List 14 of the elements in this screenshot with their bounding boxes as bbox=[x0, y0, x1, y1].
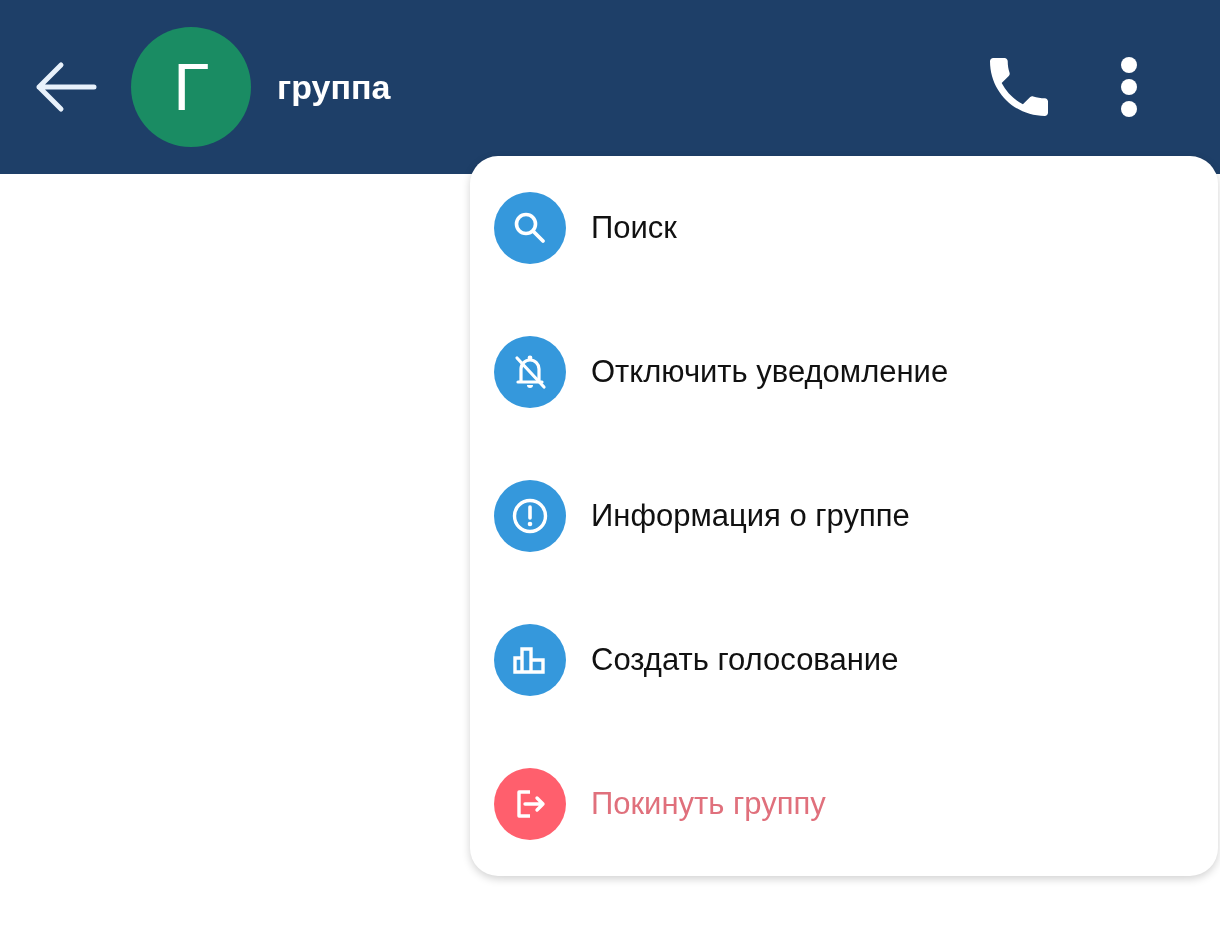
avatar: Г bbox=[131, 27, 251, 147]
phone-icon[interactable] bbox=[990, 58, 1048, 116]
more-icon[interactable] bbox=[1118, 56, 1140, 118]
exit-icon bbox=[494, 768, 566, 840]
bell-off-icon bbox=[494, 336, 566, 408]
menu-item[interactable]: Отключить уведомление bbox=[470, 300, 1218, 444]
menu-item[interactable]: Поиск bbox=[470, 156, 1218, 300]
bar-chart-icon bbox=[494, 624, 566, 696]
menu-item[interactable]: Создать голосование bbox=[470, 588, 1218, 732]
chat-title: группа bbox=[277, 67, 391, 107]
back-arrow-icon[interactable] bbox=[34, 61, 98, 113]
menu-item[interactable]: Информация о группе bbox=[470, 444, 1218, 588]
exclamation-circle-icon bbox=[494, 480, 566, 552]
search-icon bbox=[494, 192, 566, 264]
